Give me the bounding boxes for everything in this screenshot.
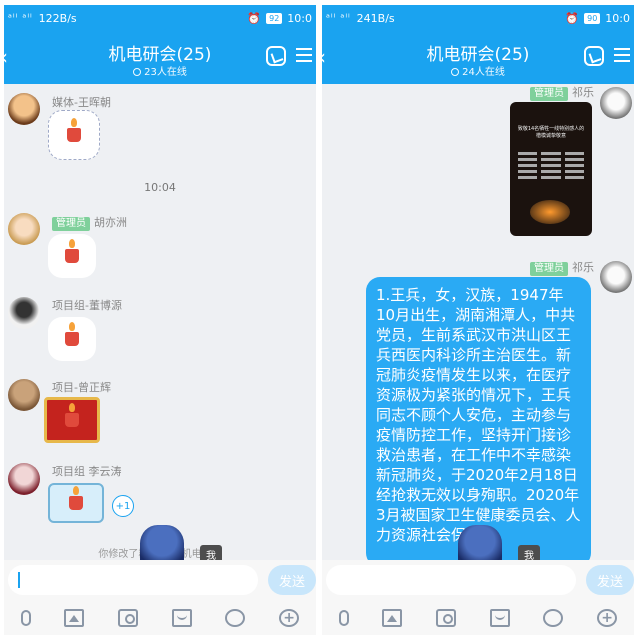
sender-name: 媒体-王晖朝	[52, 96, 111, 109]
red-packet-icon[interactable]	[171, 608, 192, 627]
admin-badge: 管理员	[530, 87, 568, 101]
group-call-icon[interactable]	[266, 46, 286, 66]
status-bar: ᵃˡˡ ᵃˡˡ 241B/s ⏰ 90 10:0	[322, 5, 634, 32]
network-speed: 241B/s	[356, 12, 395, 25]
online-icon	[133, 68, 142, 76]
emoji-icon[interactable]	[543, 608, 564, 627]
avatar[interactable]	[600, 87, 632, 119]
image-icon[interactable]	[382, 608, 403, 627]
avatar[interactable]	[600, 261, 632, 293]
candle-icon	[65, 403, 79, 427]
screenshot-composite: ᵃˡˡ ᵃˡˡ 122B/s ⏰ 92 10:0 ‹ 机电研会(25) 23人在…	[0, 0, 640, 640]
send-button[interactable]: 发送	[586, 565, 634, 595]
chat-screen-left: ᵃˡˡ ᵃˡˡ 122B/s ⏰ 92 10:0 ‹ 机电研会(25) 23人在…	[4, 5, 316, 635]
text-cursor	[18, 572, 20, 588]
admin-badge: 管理员	[52, 217, 90, 231]
input-bar: 发送	[322, 560, 634, 600]
microphone-icon[interactable]	[20, 609, 31, 626]
message-input[interactable]	[326, 565, 576, 595]
sticker-message[interactable]	[44, 397, 100, 443]
candle-icon	[67, 118, 81, 142]
battery-icon: 90	[584, 13, 601, 24]
poster-title: 致敬14名牺牲一线特别感人的楷模诚挚敬意	[517, 126, 585, 139]
sender-name-text: 胡亦洲	[94, 216, 127, 229]
chat-toolbar: +	[4, 600, 316, 635]
network-speed: 122B/s	[38, 12, 77, 25]
clock-time: 10:0	[287, 12, 312, 25]
title-bar: ‹ 机电研会(25) 24人在线	[322, 32, 634, 84]
sender-name: 项目组-董博源	[52, 299, 122, 312]
avatar[interactable]	[8, 213, 40, 245]
message-input[interactable]	[8, 565, 258, 595]
emoji-icon[interactable]	[225, 608, 246, 627]
avatar[interactable]	[8, 463, 40, 495]
sender-name-text: 祁乐	[572, 261, 594, 274]
battery-icon: 92	[266, 13, 283, 24]
sender-name: 项目组 李云涛	[52, 465, 122, 478]
poster-names	[518, 152, 584, 179]
online-count-text: 23人在线	[144, 67, 187, 78]
signal-icon: ᵃˡˡ ᵃˡˡ	[326, 13, 351, 24]
clock-time: 10:0	[605, 12, 630, 25]
emoji-message[interactable]	[48, 317, 96, 361]
sticker-message[interactable]	[48, 483, 104, 523]
alarm-icon: ⏰	[565, 12, 580, 25]
sender-name: 项目-曾正辉	[52, 381, 111, 394]
avatar[interactable]	[8, 379, 40, 411]
alarm-icon: ⏰	[247, 12, 262, 25]
chat-toolbar: +	[322, 600, 634, 635]
microphone-icon[interactable]	[338, 609, 349, 626]
emoji-message[interactable]	[48, 234, 96, 278]
sender-name-text: 祁乐	[572, 86, 594, 99]
sticker-message[interactable]	[48, 110, 100, 160]
camera-icon[interactable]	[118, 608, 139, 627]
candle-glow	[530, 200, 570, 224]
online-count-text: 24人在线	[462, 67, 505, 78]
avatar[interactable]	[8, 297, 40, 329]
sender-name: 管理员 胡亦洲	[52, 214, 127, 231]
admin-badge: 管理员	[530, 262, 568, 276]
title-bar: ‹ 机电研会(25) 23人在线	[4, 32, 316, 84]
online-icon	[451, 68, 460, 76]
camera-icon[interactable]	[436, 608, 457, 627]
send-button[interactable]: 发送	[268, 565, 316, 595]
red-packet-icon[interactable]	[489, 608, 510, 627]
menu-icon[interactable]	[614, 48, 630, 62]
candle-icon	[65, 322, 79, 346]
status-bar: ᵃˡˡ ᵃˡˡ 122B/s ⏰ 92 10:0	[4, 5, 316, 32]
text-message[interactable]: 1.王兵，女，汉族，1947年10月出生，湖南湘潭人，中共党员，生前系武汉市洪山…	[366, 277, 591, 567]
candle-icon	[69, 486, 83, 510]
plus-icon[interactable]: +	[279, 608, 300, 627]
candle-icon	[65, 239, 79, 263]
poster-image[interactable]: 致敬14名牺牲一线特别感人的楷模诚挚敬意	[510, 102, 592, 236]
avatar[interactable]	[8, 93, 40, 125]
sender-name: 管理员 祁乐	[530, 84, 594, 101]
input-bar: 发送	[4, 560, 316, 600]
timestamp: 10:04	[144, 181, 176, 194]
sender-name: 管理员 祁乐	[530, 259, 594, 276]
chat-screen-right: ᵃˡˡ ᵃˡˡ 241B/s ⏰ 90 10:0 ‹ 机电研会(25) 24人在…	[322, 5, 634, 635]
signal-icon: ᵃˡˡ ᵃˡˡ	[8, 13, 33, 24]
plus-one-button[interactable]: +1	[112, 495, 134, 517]
group-call-icon[interactable]	[584, 46, 604, 66]
image-icon[interactable]	[64, 608, 85, 627]
menu-icon[interactable]	[296, 48, 312, 62]
plus-icon[interactable]: +	[597, 608, 618, 627]
